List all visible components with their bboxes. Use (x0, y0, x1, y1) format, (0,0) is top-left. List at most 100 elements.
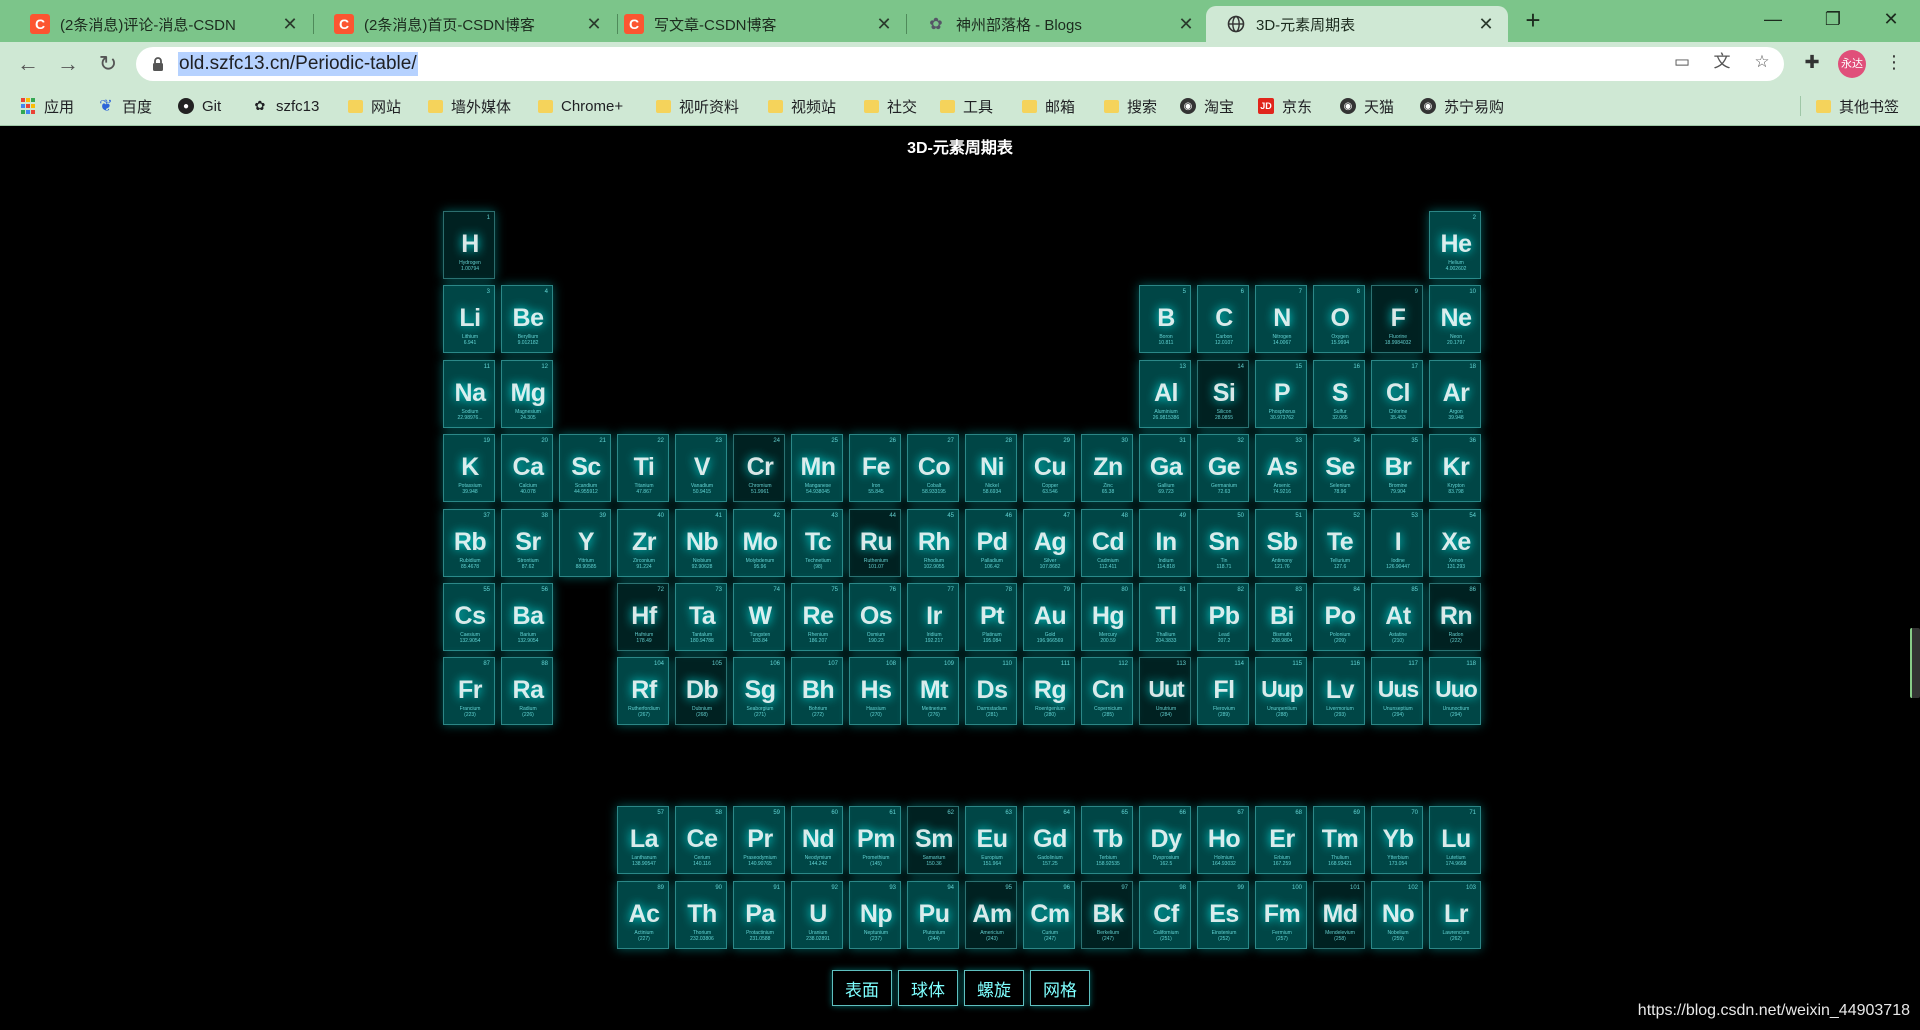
element-tile-zn[interactable]: 30 Zn Zinc 65.38 (1081, 434, 1133, 502)
table-layout-button[interactable]: 表面 (832, 970, 892, 1006)
element-tile-ti[interactable]: 22 Ti Titanium 47.867 (617, 434, 669, 502)
element-tile-pa[interactable]: 91 Pa Protactinium 231.0588 (733, 881, 785, 949)
element-tile-cs[interactable]: 55 Cs Caesium 132.9054 (443, 583, 495, 651)
element-tile-rg[interactable]: 111 Rg Roentgenium (280) (1023, 657, 1075, 725)
element-tile-lu[interactable]: 71 Lu Lutetium 174.9668 (1429, 806, 1481, 874)
bookmark-folder-social[interactable]: 社交 (864, 86, 917, 126)
element-tile-ni[interactable]: 28 Ni Nickel 58.6934 (965, 434, 1017, 502)
close-tab-icon[interactable]: ✕ (584, 14, 604, 35)
element-tile-te[interactable]: 52 Te Tellurium 127.6 (1313, 509, 1365, 577)
bookmark-apps[interactable]: 应用 (20, 86, 74, 126)
element-tile-h[interactable]: 1 H Hydrogen 1.00794 (443, 211, 495, 279)
element-tile-n[interactable]: 7 N Nitrogen 14.0067 (1255, 285, 1307, 353)
element-tile-yb[interactable]: 70 Yb Ytterbium 173.054 (1371, 806, 1423, 874)
close-tab-icon[interactable]: ✕ (874, 14, 894, 35)
bookmark-git[interactable]: ● Git (178, 86, 221, 126)
tab-blogs[interactable]: ✿ 神州部落格 - Blogs ✕ (906, 6, 1208, 42)
close-tab-icon[interactable]: ✕ (280, 14, 300, 35)
element-tile-pr[interactable]: 59 Pr Praseodymium 140.90765 (733, 806, 785, 874)
element-tile-fr[interactable]: 87 Fr Francium (223) (443, 657, 495, 725)
element-tile-cn[interactable]: 112 Cn Copernicium (285) (1081, 657, 1133, 725)
element-tile-mo[interactable]: 42 Mo Molybdenum 95.96 (733, 509, 785, 577)
element-tile-lv[interactable]: 116 Lv Livermorium (293) (1313, 657, 1365, 725)
bookmark-star-icon[interactable]: ☆ (1750, 50, 1774, 74)
element-tile-db[interactable]: 105 Db Dubnium (268) (675, 657, 727, 725)
element-tile-ca[interactable]: 20 Ca Calcium 40.078 (501, 434, 553, 502)
element-tile-eu[interactable]: 63 Eu Europium 151.964 (965, 806, 1017, 874)
bookmark-baidu[interactable]: ❦ 百度 (98, 86, 152, 126)
element-tile-co[interactable]: 27 Co Cobalt 58.933195 (907, 434, 959, 502)
element-tile-th[interactable]: 90 Th Thorium 232.03806 (675, 881, 727, 949)
address-bar[interactable]: old.szfc13.cn/Periodic-table/ (136, 47, 1784, 81)
element-tile-ru[interactable]: 44 Ru Ruthenium 101.07 (849, 509, 901, 577)
element-tile-tb[interactable]: 65 Tb Terbium 158.92535 (1081, 806, 1133, 874)
element-tile-xe[interactable]: 54 Xe Xenon 131.293 (1429, 509, 1481, 577)
element-tile-hf[interactable]: 72 Hf Hafnium 178.49 (617, 583, 669, 651)
element-tile-ar[interactable]: 18 Ar Argon 39.948 (1429, 360, 1481, 428)
element-tile-sr[interactable]: 38 Sr Strontium 87.62 (501, 509, 553, 577)
helix-layout-button[interactable]: 螺旋 (964, 970, 1024, 1006)
element-tile-lr[interactable]: 103 Lr Lawrencium (262) (1429, 881, 1481, 949)
element-tile-br[interactable]: 35 Br Bromine 79.904 (1371, 434, 1423, 502)
element-tile-as[interactable]: 33 As Arsenic 74.9216 (1255, 434, 1307, 502)
bookmark-szfc13[interactable]: ✿ szfc13 (252, 86, 320, 126)
element-tile-ir[interactable]: 77 Ir Iridium 192.217 (907, 583, 959, 651)
bookmark-folder-mail[interactable]: 邮箱 (1022, 86, 1075, 126)
element-tile-bi[interactable]: 83 Bi Bismuth 208.9804 (1255, 583, 1307, 651)
tab-csdn-write[interactable]: C 写文章-CSDN博客 ✕ (604, 6, 906, 42)
element-tile-cd[interactable]: 48 Cd Cadmium 112.411 (1081, 509, 1133, 577)
element-tile-hs[interactable]: 108 Hs Hassium (270) (849, 657, 901, 725)
element-tile-pd[interactable]: 46 Pd Palladium 106.42 (965, 509, 1017, 577)
element-tile-uuo[interactable]: 118 Uuo Ununoctium (294) (1429, 657, 1481, 725)
element-tile-ac[interactable]: 89 Ac Actinium (227) (617, 881, 669, 949)
element-tile-s[interactable]: 16 S Sulfur 32.065 (1313, 360, 1365, 428)
element-tile-cu[interactable]: 29 Cu Copper 63.546 (1023, 434, 1075, 502)
element-tile-nd[interactable]: 60 Nd Neodymium 144.242 (791, 806, 843, 874)
bookmark-other[interactable]: 其他书签 (1816, 86, 1899, 126)
bookmark-folder-tools[interactable]: 工具 (940, 86, 993, 126)
element-tile-cl[interactable]: 17 Cl Chlorine 35.453 (1371, 360, 1423, 428)
element-tile-ga[interactable]: 31 Ga Gallium 69.723 (1139, 434, 1191, 502)
bookmark-folder-search[interactable]: 搜索 (1104, 86, 1157, 126)
url-text[interactable]: old.szfc13.cn/Periodic-table/ (178, 52, 418, 76)
element-tile-ag[interactable]: 47 Ag Silver 107.8682 (1023, 509, 1075, 577)
bookmark-folder-av[interactable]: 视听资料 (656, 86, 739, 126)
element-tile-at[interactable]: 85 At Astatine (210) (1371, 583, 1423, 651)
side-scroll-handle[interactable] (1910, 628, 1920, 698)
element-tile-rb[interactable]: 37 Rb Rubidium 85.4678 (443, 509, 495, 577)
element-tile-ne[interactable]: 10 Ne Neon 20.1797 (1429, 285, 1481, 353)
element-tile-y[interactable]: 39 Y Yttrium 88.90585 (559, 509, 611, 577)
element-tile-i[interactable]: 53 I Iodine 126.90447 (1371, 509, 1423, 577)
element-tile-np[interactable]: 93 Np Neptunium (237) (849, 881, 901, 949)
element-tile-fm[interactable]: 100 Fm Fermium (257) (1255, 881, 1307, 949)
element-tile-ta[interactable]: 73 Ta Tantalum 180.94788 (675, 583, 727, 651)
element-tile-mg[interactable]: 12 Mg Magnesium 24.305 (501, 360, 553, 428)
new-tab-button[interactable]: + (1518, 6, 1548, 36)
element-tile-la[interactable]: 57 La Lanthanum 138.90547 (617, 806, 669, 874)
reload-button[interactable]: ↻ (94, 50, 122, 78)
element-tile-uut[interactable]: 113 Uut Unutrium (284) (1139, 657, 1191, 725)
element-tile-ba[interactable]: 56 Ba Barium 132.9054 (501, 583, 553, 651)
sphere-layout-button[interactable]: 球体 (898, 970, 958, 1006)
element-tile-be[interactable]: 4 Be Beryllium 9.012182 (501, 285, 553, 353)
element-tile-no[interactable]: 102 No Nobelium (259) (1371, 881, 1423, 949)
element-tile-bh[interactable]: 107 Bh Bohrium (272) (791, 657, 843, 725)
bookmark-folder-chrome[interactable]: Chrome+ (538, 86, 623, 126)
element-tile-bk[interactable]: 97 Bk Berkelium (247) (1081, 881, 1133, 949)
element-tile-ra[interactable]: 88 Ra Radium (226) (501, 657, 553, 725)
element-tile-pu[interactable]: 94 Pu Plutonium (244) (907, 881, 959, 949)
element-tile-po[interactable]: 84 Po Polonium (209) (1313, 583, 1365, 651)
bookmark-folder-media[interactable]: 墙外媒体 (428, 86, 511, 126)
element-tile-ge[interactable]: 32 Ge Germanium 72.63 (1197, 434, 1249, 502)
element-tile-mt[interactable]: 109 Mt Meitnerium (276) (907, 657, 959, 725)
element-tile-uus[interactable]: 117 Uus Ununseptium (294) (1371, 657, 1423, 725)
element-tile-ce[interactable]: 58 Ce Cerium 140.116 (675, 806, 727, 874)
bookmark-taobao[interactable]: ◉ 淘宝 (1180, 86, 1234, 126)
tab-csdn-comments[interactable]: C (2条消息)评论-消息-CSDN ✕ (10, 6, 312, 42)
element-tile-o[interactable]: 8 O Oxygen 15.9994 (1313, 285, 1365, 353)
element-tile-md[interactable]: 101 Md Mendelevium (258) (1313, 881, 1365, 949)
element-tile-cm[interactable]: 96 Cm Curium (247) (1023, 881, 1075, 949)
element-tile-al[interactable]: 13 Al Aluminium 26.9815386 (1139, 360, 1191, 428)
element-tile-dy[interactable]: 66 Dy Dysprosium 162.5 (1139, 806, 1191, 874)
element-tile-w[interactable]: 74 W Tungsten 183.84 (733, 583, 785, 651)
